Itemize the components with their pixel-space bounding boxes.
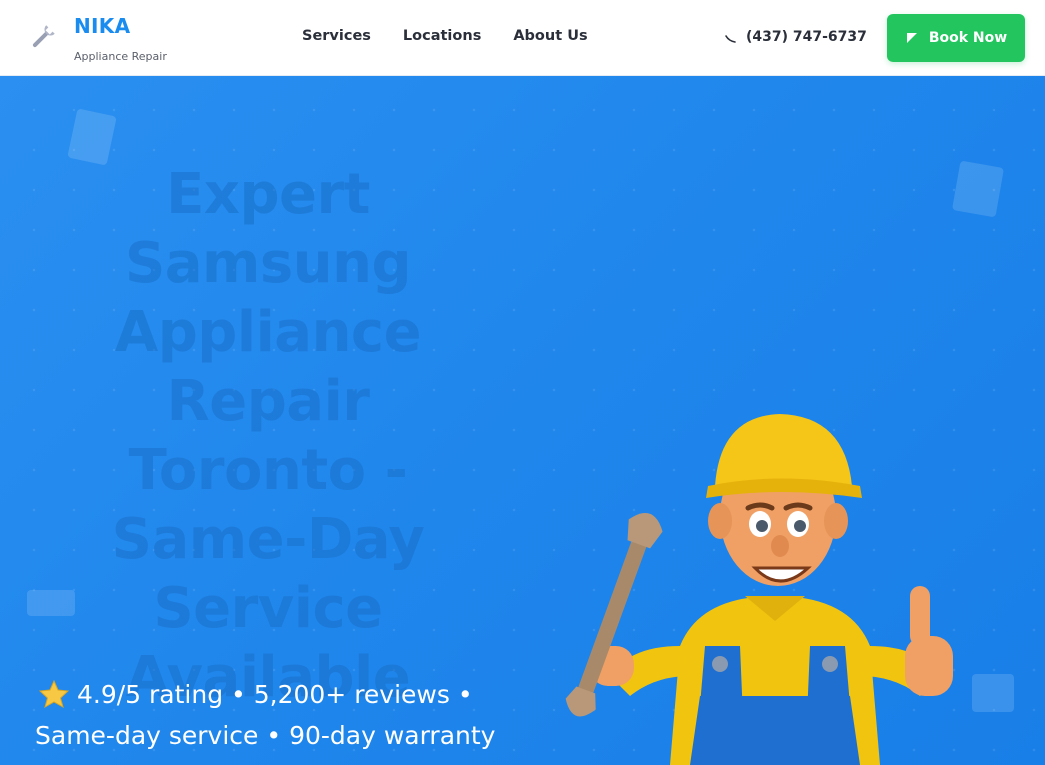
phone-icon <box>725 35 736 43</box>
logo[interactable]: NIKA Appliance Repair <box>26 12 186 66</box>
decorative-shape <box>951 160 1005 218</box>
phone-link[interactable]: (437) 747-6737 <box>724 29 867 45</box>
book-now-label: Book Now <box>928 30 1008 46</box>
logo-name: NIKA <box>74 14 131 38</box>
book-now-button[interactable]: Book Now <box>887 14 1025 62</box>
logo-subtitle: Appliance Repair <box>74 50 167 63</box>
nav-locations[interactable]: Locations <box>403 28 481 44</box>
site-header: NIKA Appliance Repair Services Locations… <box>0 0 1045 76</box>
hero-title: Expert Samsung Appliance Repair Toronto … <box>111 162 425 710</box>
wrench-icon <box>32 25 55 48</box>
nav-about-us[interactable]: About Us <box>513 28 587 44</box>
rating-line-2: Same-day service • 90-day warranty <box>35 721 496 750</box>
repair-technician-illustration <box>565 414 953 765</box>
hero-section: Expert Samsung Appliance Repair Toronto … <box>0 76 1045 765</box>
rating-summary: 4.9/5 rating • 5,200+ reviews • Same-day… <box>35 674 515 756</box>
star-icon <box>39 680 69 708</box>
nav-services[interactable]: Services <box>302 28 371 44</box>
phone-number: (437) 747-6737 <box>746 29 867 45</box>
arrow-icon <box>906 33 917 43</box>
main-nav: Services Locations About Us <box>302 28 620 44</box>
rating-line-1: 4.9/5 rating • 5,200+ reviews • <box>77 680 473 709</box>
